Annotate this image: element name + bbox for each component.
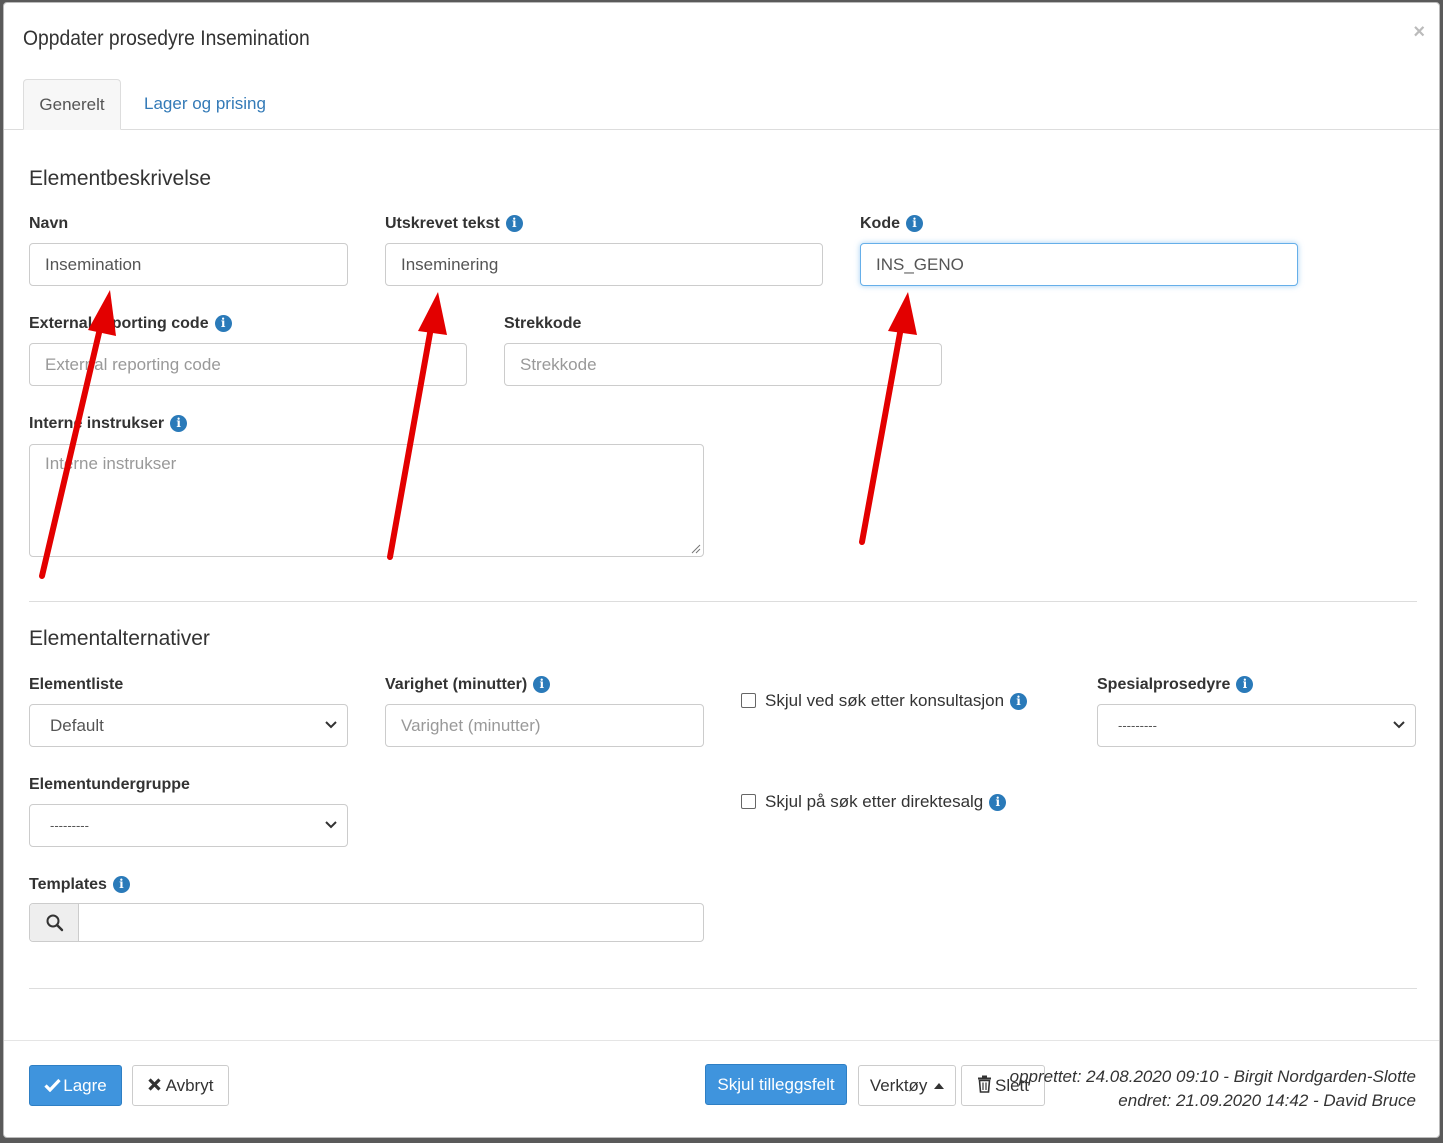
skjul-konsultasjon-checkbox[interactable] bbox=[741, 693, 756, 708]
check-icon bbox=[44, 1078, 61, 1093]
spesialprosedyre-select[interactable]: --------- bbox=[1097, 704, 1416, 747]
external-code-label: External reporting code i bbox=[29, 315, 232, 333]
kode-label: Kode i bbox=[860, 215, 923, 233]
elementliste-select[interactable]: Default bbox=[29, 704, 348, 747]
close-icon[interactable]: × bbox=[1413, 21, 1425, 44]
info-icon[interactable]: i bbox=[170, 415, 188, 432]
tools-label: Verktøy bbox=[869, 1076, 928, 1095]
utskrevet-tekst-label: Utskrevet tekst i bbox=[385, 215, 523, 233]
external-code-input[interactable]: External reporting code bbox=[29, 343, 467, 386]
elementliste-value: Default bbox=[50, 716, 104, 735]
strekkode-label: Strekkode bbox=[504, 315, 582, 332]
skjul-konsultasjon-option[interactable]: Skjul ved søk etter konsultasjon i bbox=[741, 691, 1028, 711]
procedure-dialog: Oppdater prosedyre Insemination × Genere… bbox=[3, 2, 1440, 1138]
info-icon[interactable]: i bbox=[906, 215, 923, 232]
section-divider bbox=[29, 988, 1417, 989]
elementundergruppe-select[interactable]: --------- bbox=[29, 804, 348, 847]
chevron-down-icon bbox=[1393, 721, 1405, 729]
section-divider bbox=[29, 601, 1417, 602]
chevron-down-icon bbox=[325, 821, 337, 829]
skjul-konsultasjon-label: Skjul ved søk etter konsultasjon bbox=[765, 691, 1005, 710]
skjul-direktesalg-label: Skjul på søk etter direktesalg bbox=[765, 792, 984, 811]
search-addon bbox=[30, 904, 79, 941]
search-icon bbox=[46, 914, 64, 932]
info-icon[interactable]: i bbox=[1236, 676, 1254, 693]
elementundergruppe-value: --------- bbox=[50, 818, 89, 833]
navn-label: Navn bbox=[29, 215, 69, 232]
interne-instrukser-label: Interne instrukser i bbox=[29, 415, 188, 433]
navn-input[interactable]: Insemination bbox=[29, 243, 348, 286]
varighet-label: Varighet (minutter) i bbox=[385, 676, 551, 694]
chevron-down-icon bbox=[325, 721, 337, 729]
strekkode-input[interactable]: Strekkode bbox=[504, 343, 942, 386]
templates-input[interactable] bbox=[80, 904, 703, 941]
info-icon[interactable]: i bbox=[989, 794, 1007, 811]
varighet-input[interactable]: Varighet (minutter) bbox=[385, 704, 704, 747]
tab-generelt[interactable]: Generelt bbox=[23, 79, 121, 130]
tools-dropdown-button[interactable]: Verktøy bbox=[858, 1065, 956, 1106]
info-icon[interactable]: i bbox=[533, 676, 551, 693]
spesialprosedyre-value: --------- bbox=[1118, 718, 1157, 733]
info-icon[interactable]: i bbox=[112, 876, 130, 893]
trash-icon bbox=[977, 1075, 991, 1093]
tab-lager-og-prising[interactable]: Lager og prising bbox=[124, 79, 286, 130]
interne-instrukser-textarea[interactable]: Interne instrukser bbox=[29, 444, 704, 557]
templates-search bbox=[29, 903, 704, 942]
changed-meta: endret: 21.09.2020 14:42 - David Bruce bbox=[1118, 1091, 1416, 1110]
footer-divider bbox=[4, 1040, 1439, 1041]
elementliste-label: Elementliste bbox=[29, 676, 124, 693]
section-title-alternatives: Elementalternativer bbox=[29, 627, 210, 650]
created-meta: opprettet: 24.08.2020 09:10 - Birgit Nor… bbox=[1009, 1067, 1416, 1086]
spesialprosedyre-label: Spesialprosedyre i bbox=[1097, 676, 1254, 694]
times-icon bbox=[147, 1078, 161, 1091]
skjul-direktesalg-checkbox[interactable] bbox=[741, 794, 756, 809]
caret-up-icon bbox=[934, 1083, 945, 1089]
elementundergruppe-label: Elementundergruppe bbox=[29, 776, 190, 793]
save-label: Lagre bbox=[63, 1076, 107, 1095]
info-icon[interactable]: i bbox=[1010, 693, 1028, 710]
resize-grip-icon[interactable] bbox=[691, 544, 701, 554]
cancel-button[interactable]: Avbryt bbox=[132, 1065, 229, 1106]
templates-label: Templates i bbox=[29, 876, 130, 894]
cancel-label: Avbryt bbox=[165, 1076, 214, 1095]
utskrevet-tekst-input[interactable]: Inseminering bbox=[385, 243, 823, 286]
kode-input[interactable]: INS_GENO bbox=[860, 243, 1298, 286]
toggle-extra-fields-button[interactable]: Skjul tilleggsfelt bbox=[705, 1064, 847, 1105]
section-title-description: Elementbeskrivelse bbox=[29, 167, 212, 190]
dialog-title: Oppdater prosedyre Insemination bbox=[23, 27, 310, 50]
save-button[interactable]: Lagre bbox=[29, 1065, 122, 1106]
info-icon[interactable]: i bbox=[214, 315, 232, 332]
skjul-direktesalg-option[interactable]: Skjul på søk etter direktesalg i bbox=[741, 792, 1007, 812]
info-icon[interactable]: i bbox=[505, 215, 523, 232]
textarea-placeholder: Interne instrukser bbox=[45, 454, 177, 473]
tab-bar: Generelt Lager og prising bbox=[4, 79, 1439, 130]
